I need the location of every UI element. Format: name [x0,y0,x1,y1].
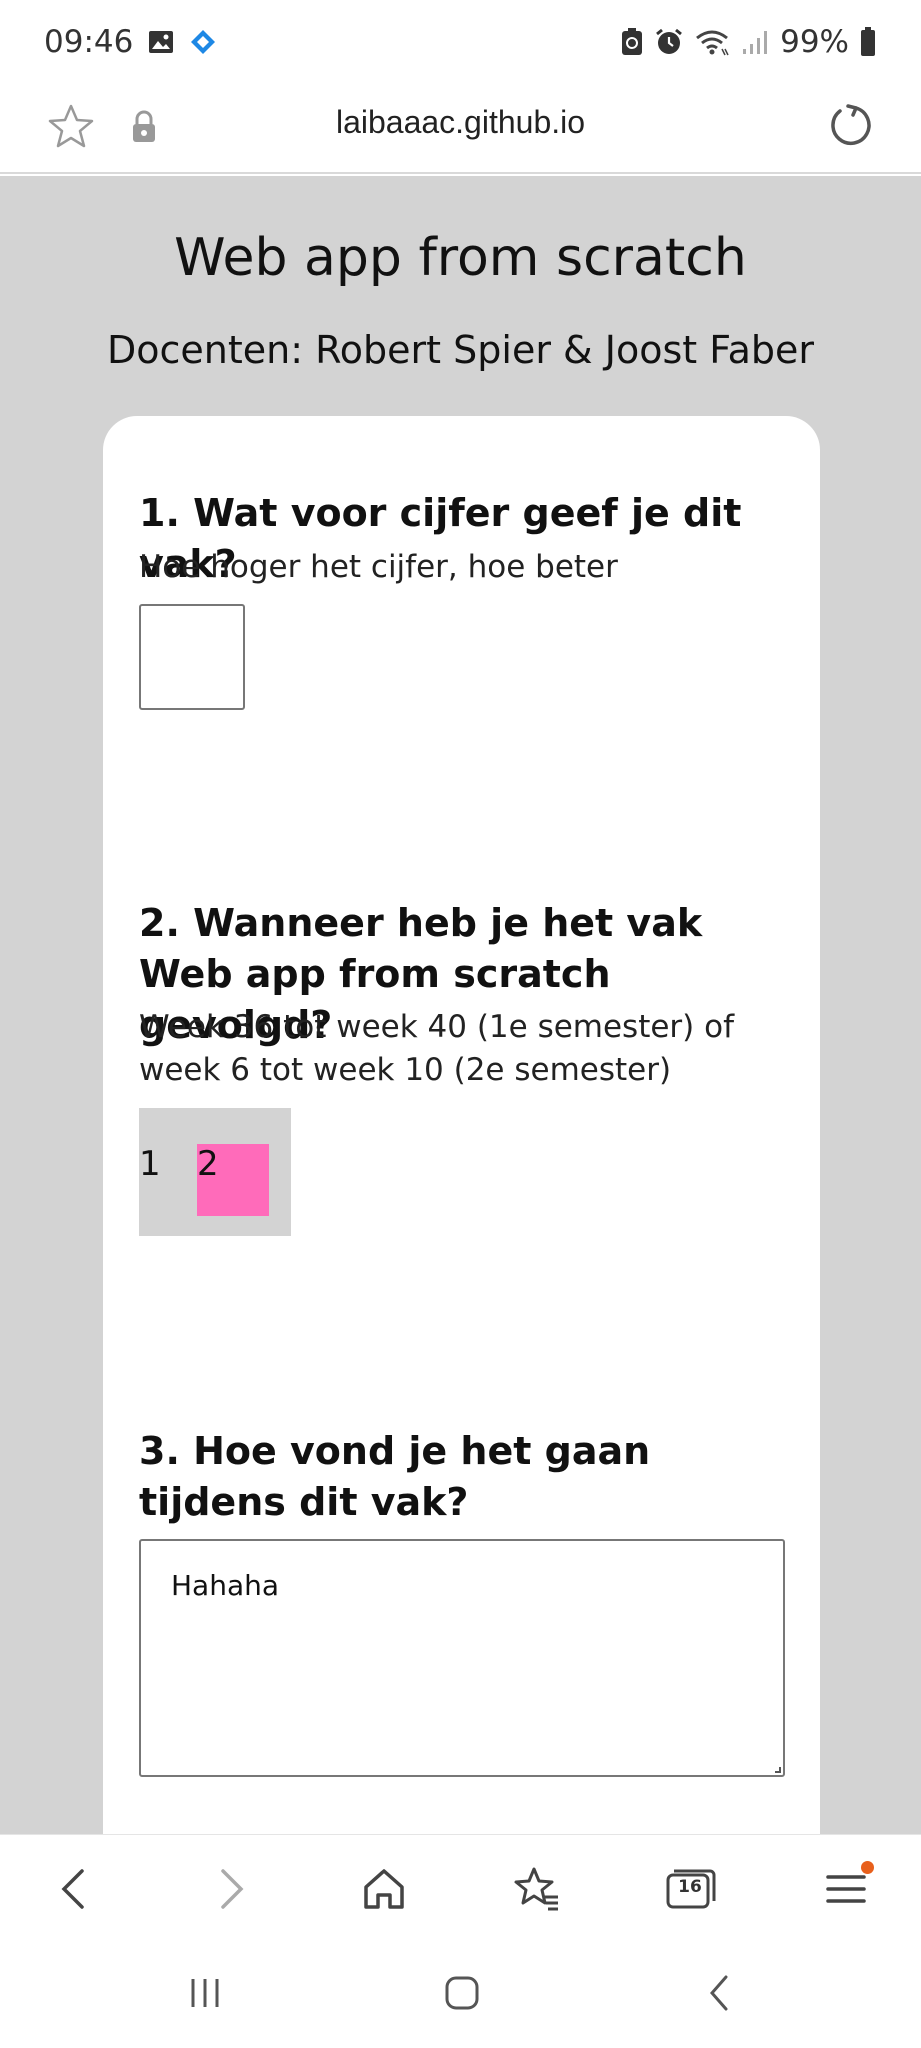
web-page: Web app from scratch Docenten: Robert Sp… [0,176,921,1834]
status-bar: 09:46 99% [0,0,921,84]
resize-grip-icon[interactable] [775,1767,781,1773]
address-bar[interactable]: laibaaac.github.io [0,84,921,174]
reload-icon[interactable] [826,102,874,150]
semester-option-1[interactable]: 1 [139,1144,161,1184]
bookmarks-icon[interactable] [509,1861,565,1917]
question-3-title: 3. Hoe vond je het gaan tijdens dit vak? [139,1429,651,1524]
wifi-icon [694,27,730,57]
forward-icon[interactable] [203,1861,259,1917]
question-2-description: Week 36 tot week 40 (1e semester) of wee… [139,1009,735,1088]
grade-input[interactable] [139,604,245,710]
url-text[interactable]: laibaaac.github.io [0,104,921,141]
semester-option-group: 1 2 [139,1108,291,1236]
signal-icon [740,27,770,57]
tabs-icon[interactable]: 16 [662,1861,718,1917]
menu-icon[interactable] [818,1861,874,1917]
survey-card: 1. Wat voor cijfer geef je dit vak? Hoe … [103,416,820,1834]
system-back-icon[interactable] [690,1970,750,2016]
page-title: Web app from scratch [174,228,747,288]
recent-apps-icon[interactable] [175,1970,235,2016]
tab-count: 16 [678,1877,702,1897]
battery-percentage: 99% [780,24,849,60]
notification-dot [861,1861,874,1874]
battery-icon [859,26,877,58]
status-time: 09:46 [44,24,134,60]
alarm-icon [654,27,684,57]
diamond-app-icon [189,28,217,56]
image-icon [147,28,175,56]
semester-option-2-selected[interactable]: 2 [197,1144,269,1216]
question-1-description: Hoe hoger het cijfer, hoe beter [139,549,618,585]
home-icon[interactable] [356,1861,412,1917]
experience-textarea[interactable]: Hahaha [139,1539,785,1777]
experience-textarea-value: Hahaha [171,1569,280,1602]
page-subtitle: Docenten: Robert Spier & Joost Faber [106,328,814,372]
home-button-icon[interactable] [432,1970,492,2016]
browser-toolbar: 16 [0,1834,921,1940]
back-icon[interactable] [46,1861,102,1917]
system-navigation-bar [0,1940,921,2048]
battery-saver-icon [620,27,644,57]
